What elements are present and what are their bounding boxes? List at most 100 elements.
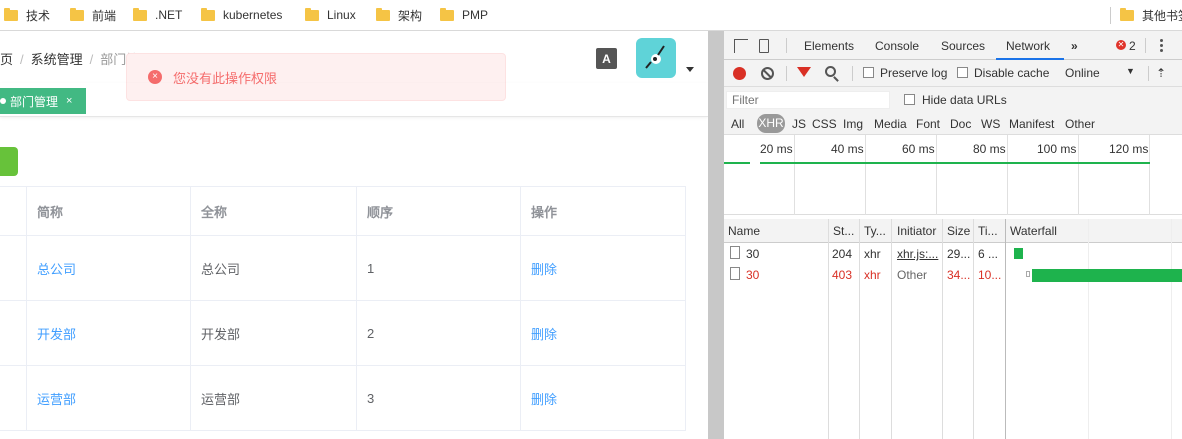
bookmark-folder[interactable]: PMP bbox=[440, 7, 488, 23]
document-icon bbox=[730, 267, 740, 280]
avatar[interactable] bbox=[636, 38, 676, 78]
timeline-bar bbox=[724, 162, 750, 164]
column-header: 顺序 bbox=[356, 187, 520, 235]
close-icon[interactable]: × bbox=[66, 95, 72, 107]
hide-data-urls-label: Hide data URLs bbox=[922, 93, 1007, 107]
throttle-select[interactable]: Online bbox=[1065, 66, 1100, 80]
active-dot-icon bbox=[0, 98, 6, 104]
type-other[interactable]: Other bbox=[1065, 117, 1095, 131]
disable-cache-label: Disable cache bbox=[974, 66, 1050, 80]
delete-link[interactable]: 删除 bbox=[520, 301, 686, 365]
hide-data-urls-checkbox[interactable] bbox=[904, 94, 915, 105]
request-time: 6 ... bbox=[978, 247, 999, 261]
error-count[interactable]: 2 bbox=[1129, 39, 1136, 53]
timeline-label: 80 ms bbox=[973, 142, 1006, 156]
type-xhr[interactable]: XHR bbox=[757, 114, 785, 133]
bookmarks-divider bbox=[1110, 7, 1111, 24]
bookmark-folder[interactable]: 架构 bbox=[376, 7, 422, 23]
translate-icon[interactable]: A bbox=[596, 48, 617, 69]
type-media[interactable]: Media bbox=[874, 117, 907, 131]
error-badge-icon[interactable]: ✕ bbox=[1116, 40, 1126, 50]
tab-network[interactable]: Network bbox=[1006, 39, 1050, 53]
type-font[interactable]: Font bbox=[916, 117, 940, 131]
device-toolbar-icon[interactable] bbox=[759, 39, 769, 53]
column-header-waterfall[interactable]: Waterfall bbox=[1010, 224, 1057, 238]
type-ws[interactable]: WS bbox=[981, 117, 1000, 131]
breadcrumb-home[interactable]: 页 bbox=[0, 52, 13, 67]
resource-type-filters: All XHR JS CSS Img Media Font Doc WS Man… bbox=[724, 113, 1182, 135]
bookmark-folder[interactable]: .NET bbox=[133, 7, 182, 23]
devtools-toolbar: Elements Console Sources Network » ✕ 2 bbox=[724, 31, 1182, 60]
column-header-type[interactable]: Ty... bbox=[864, 224, 886, 238]
caret-down-icon[interactable] bbox=[686, 67, 694, 72]
search-icon[interactable] bbox=[825, 66, 836, 77]
add-button[interactable] bbox=[0, 147, 18, 176]
request-size: 29... bbox=[947, 247, 971, 261]
timeline-label: 60 ms bbox=[902, 142, 935, 156]
delete-link[interactable]: 删除 bbox=[520, 236, 686, 300]
filter-input[interactable] bbox=[726, 91, 890, 109]
short-name-link[interactable]: 总公司 bbox=[26, 236, 190, 300]
type-manifest[interactable]: Manifest bbox=[1009, 117, 1054, 131]
folder-icon bbox=[70, 7, 84, 21]
breadcrumb-system[interactable]: 系统管理 bbox=[31, 52, 83, 67]
bookmark-folder[interactable]: 前端 bbox=[70, 7, 116, 23]
devtools-resize-handle[interactable] bbox=[708, 31, 724, 439]
tags-view: 部门管理 × bbox=[0, 83, 708, 117]
request-row[interactable]: 30 403 xhr Other 34... 10... bbox=[724, 264, 1182, 285]
timeline-bar bbox=[760, 162, 1150, 164]
column-header-size[interactable]: Size bbox=[947, 224, 970, 238]
order-cell: 2 bbox=[356, 301, 520, 365]
caret-down-icon[interactable]: ▼ bbox=[1126, 66, 1135, 76]
timeline-label: 20 ms bbox=[760, 142, 793, 156]
request-type: xhr bbox=[864, 268, 881, 282]
request-table-header: Name St... Ty... Initiator Size Ti... Wa… bbox=[724, 219, 1182, 243]
column-header-status[interactable]: St... bbox=[833, 224, 854, 238]
waterfall-queue-marker bbox=[1026, 271, 1030, 277]
request-status: 403 bbox=[832, 268, 853, 282]
inspect-element-icon[interactable] bbox=[734, 39, 748, 53]
type-img[interactable]: Img bbox=[843, 117, 863, 131]
bookmark-other-folder[interactable]: 其他书签 bbox=[1120, 7, 1182, 23]
column-header-initiator[interactable]: Initiator bbox=[897, 224, 936, 238]
bookmark-folder[interactable]: Linux bbox=[305, 7, 356, 23]
tab-sources[interactable]: Sources bbox=[941, 39, 985, 53]
short-name-link[interactable]: 运营部 bbox=[26, 366, 190, 430]
type-css[interactable]: CSS bbox=[812, 117, 837, 131]
type-all[interactable]: All bbox=[731, 117, 744, 131]
folder-icon bbox=[201, 7, 215, 21]
import-har-icon[interactable]: ⇡ bbox=[1156, 66, 1166, 80]
request-initiator-link[interactable]: xhr.js:... bbox=[897, 247, 941, 261]
bookmarks-bar: 技术 前端 .NET kubernetes Linux 架构 PMP 其他书签 bbox=[0, 0, 1182, 31]
request-type: xhr bbox=[864, 247, 881, 261]
more-options-icon[interactable] bbox=[1160, 39, 1163, 52]
tab-console[interactable]: Console bbox=[875, 39, 919, 53]
folder-icon bbox=[440, 7, 454, 21]
full-name-cell: 开发部 bbox=[190, 301, 356, 365]
app-page: 页/系统管理/部门管理 A × 您没有此操作权限 部门管理 × 简称 全称 顺序… bbox=[0, 31, 708, 439]
tab-elements[interactable]: Elements bbox=[804, 39, 854, 53]
type-doc[interactable]: Doc bbox=[950, 117, 971, 131]
request-name: 30 bbox=[746, 268, 760, 282]
tag-label: 部门管理 bbox=[10, 94, 59, 109]
bookmark-folder[interactable]: 技术 bbox=[4, 7, 50, 23]
request-size: 34... bbox=[947, 268, 971, 282]
folder-icon bbox=[376, 7, 390, 21]
more-tabs-icon[interactable]: » bbox=[1071, 39, 1078, 53]
preserve-log-checkbox[interactable] bbox=[863, 67, 874, 78]
column-header-time[interactable]: Ti... bbox=[978, 224, 998, 238]
delete-link[interactable]: 删除 bbox=[520, 366, 686, 430]
folder-icon bbox=[133, 7, 147, 21]
record-icon[interactable] bbox=[733, 67, 746, 80]
column-header-name[interactable]: Name bbox=[728, 224, 760, 238]
request-row[interactable]: 30 204 xhr xhr.js:... 29... 6 ... bbox=[724, 243, 1182, 264]
type-js[interactable]: JS bbox=[792, 117, 806, 131]
order-cell: 3 bbox=[356, 366, 520, 430]
network-overview[interactable]: 20 ms 40 ms 60 ms 80 ms 100 ms 120 ms bbox=[724, 135, 1182, 215]
disable-cache-checkbox[interactable] bbox=[957, 67, 968, 78]
tag-department[interactable]: 部门管理 × bbox=[0, 88, 86, 114]
short-name-link[interactable]: 开发部 bbox=[26, 301, 190, 365]
bookmark-folder[interactable]: kubernetes bbox=[201, 7, 282, 23]
filter-icon[interactable] bbox=[797, 67, 811, 77]
clear-icon[interactable] bbox=[761, 67, 774, 80]
